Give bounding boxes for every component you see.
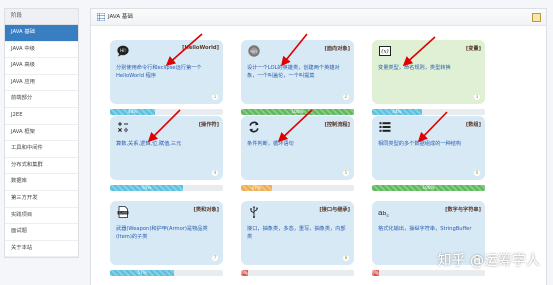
sidebar-item[interactable]: JAVA 基础 — [5, 25, 78, 42]
main-panel: JAVA 基础 Hi! [HelloWorld] 分别使用命令行和eclipse运行… — [90, 8, 547, 285]
progress-fill: 57% — [110, 270, 175, 276]
card-tag[interactable]: [操作符] — [199, 121, 219, 128]
sidebar-list: JAVA 基础 JAVA 中级 JAVA 高级 JAVA 应用 前端部分 J2EE JAVA… — [5, 25, 78, 258]
chat-bubble-icon: Hi! — [116, 44, 129, 57]
card-tag[interactable]: [HelloWorld] — [182, 45, 219, 51]
progress-bar: 6% — [372, 270, 485, 276]
tutorial-card[interactable]: (x) [变量] 变量类型，命名规则，类型转换 3 — [372, 40, 485, 104]
card-number-badge: 5 — [343, 170, 349, 176]
progress-fill: 44% — [372, 109, 422, 115]
operator-icon — [116, 120, 129, 133]
stage-sidebar: 阶段 JAVA 基础 JAVA 中级 JAVA 高级 JAVA 应用 前端部分 J2EE J… — [4, 8, 79, 259]
sidebar-item[interactable]: 实践项目 — [5, 208, 78, 225]
sidebar-item[interactable]: JAVA 高级 — [5, 58, 78, 75]
progress-bar: 100% — [241, 109, 354, 115]
abc-icon: abc — [378, 205, 391, 218]
progress-fill: 6% — [241, 270, 248, 276]
list-icon — [378, 120, 391, 133]
panel-header: JAVA 基础 — [91, 9, 546, 26]
usb-icon — [247, 205, 260, 218]
card-description[interactable]: 条件判断，循环语句 — [247, 141, 346, 149]
card-tag[interactable]: [接口与继承] — [319, 206, 350, 213]
tutorial-card[interactable]: [数组] 相同类型的多个数据组成的一种结构 6 — [372, 116, 485, 180]
card-description[interactable]: 算数,关系,逻辑,位,赋值,三元 — [116, 141, 215, 149]
card-tag[interactable]: [面向对象] — [325, 45, 351, 52]
progress-bar: 57% — [110, 270, 223, 276]
card-number-badge: 1 — [212, 94, 218, 100]
sidebar-item[interactable]: JAVA 中级 — [5, 42, 78, 59]
svg-text:Hi!: Hi! — [120, 48, 126, 53]
card-number-badge: 8 — [343, 255, 349, 261]
sidebar-item[interactable]: JAVA 框架 — [5, 125, 78, 142]
sidebar-header: 阶段 — [5, 9, 78, 25]
card-number-badge: 4 — [212, 170, 218, 176]
watermark: 知乎 @运筹学人 — [437, 253, 540, 269]
card-description[interactable]: 分别使用命令行和eclipse运行第一个 HelloWorld 程序 — [116, 65, 215, 80]
svg-text:(x): (x) — [381, 48, 388, 55]
svg-text:hero: hero — [250, 49, 257, 53]
card-description[interactable]: 变量类型，命名规则，类型转换 — [378, 65, 477, 73]
card-number-badge: 3 — [474, 94, 480, 100]
tutorial-card[interactable]: [操作符] 算数,关系,逻辑,位,赋值,三元 4 — [110, 116, 223, 180]
progress-bar: 40% — [110, 109, 223, 115]
progress-bar: 44% — [372, 109, 485, 115]
progress-bar: 6% — [241, 270, 354, 276]
sidebar-item[interactable]: JAVA 应用 — [5, 75, 78, 92]
sidebar-item[interactable]: 面试题 — [5, 224, 78, 241]
card-number-badge: 7 — [212, 255, 218, 261]
class-file-icon: CLASS — [116, 205, 129, 218]
card-number-badge: 2 — [343, 94, 349, 100]
progress-fill: 6% — [372, 270, 379, 276]
sidebar-item[interactable]: 分布式和集群 — [5, 158, 78, 175]
sidebar-item[interactable]: J2EE — [5, 108, 78, 125]
card-tag[interactable]: [控制流程] — [325, 121, 351, 128]
progress-bar: 100% — [372, 185, 485, 191]
svg-text:CLASS: CLASS — [118, 210, 127, 214]
hero-avatar-icon: hero — [247, 44, 260, 57]
progress-fill: 40% — [110, 109, 156, 115]
tutorial-card[interactable]: Hi! [HelloWorld] 分别使用命令行和eclipse运行第一个 Hell… — [110, 40, 223, 104]
sidebar-item[interactable]: 前端部分 — [5, 91, 78, 108]
sidebar-item[interactable]: 第三方开发 — [5, 191, 78, 208]
grid-icon — [97, 13, 105, 21]
card-number-badge: 6 — [474, 170, 480, 176]
progress-bar: 27% — [241, 185, 354, 191]
tutorial-card[interactable]: [控制流程] 条件判断，循环语句 5 — [241, 116, 354, 180]
tutorial-card[interactable]: hero [面向对象] 设计一个LOL的英雄类，创建两个英雄对象，一个叫盖伦，一个叫… — [241, 40, 354, 104]
card-description[interactable]: 格式化输出，操纵字符串，StringBuffer — [378, 226, 477, 234]
variable-icon: (x) — [378, 44, 391, 57]
card-tag[interactable]: [变量] — [466, 45, 481, 52]
card-tag[interactable]: [类和对象] — [194, 206, 220, 213]
panel-title: JAVA 基础 — [108, 14, 133, 20]
progress-fill: 65% — [110, 185, 184, 191]
sidebar-item[interactable]: 数据库 — [5, 174, 78, 191]
card-description[interactable]: 接口，抽象类，多态，重写，抽象类，内部类 — [247, 226, 346, 241]
card-description[interactable]: 武器(Weapon)和护甲(Armor)是物品类(Item)的子类 — [116, 226, 215, 241]
progress-fill: 100% — [241, 109, 354, 115]
card-description[interactable]: 设计一个LOL的英雄类，创建两个英雄对象，一个叫盖伦，一个叫提莫 — [247, 65, 346, 80]
card-description[interactable]: 相同类型的多个数据组成的一种结构 — [378, 141, 477, 149]
tutorial-card[interactable]: [接口与继承] 接口，抽象类，多态，重写，抽象类，内部类 8 — [241, 201, 354, 265]
sidebar-item[interactable]: 关于本站 — [5, 241, 78, 258]
loop-icon — [247, 120, 260, 133]
sidebar-item[interactable]: 工具和中间件 — [5, 141, 78, 158]
card-tag[interactable]: [数组] — [466, 121, 481, 128]
card-tag[interactable]: [数字与字符串] — [445, 206, 481, 213]
progress-fill: 100% — [372, 185, 485, 191]
progress-fill: 27% — [241, 185, 272, 191]
svg-text:c: c — [387, 213, 390, 217]
progress-bar: 65% — [110, 185, 223, 191]
settings-icon[interactable] — [532, 13, 541, 22]
tutorial-card[interactable]: CLASS [类和对象] 武器(Weapon)和护甲(Armor)是物品类(Item… — [110, 201, 223, 265]
